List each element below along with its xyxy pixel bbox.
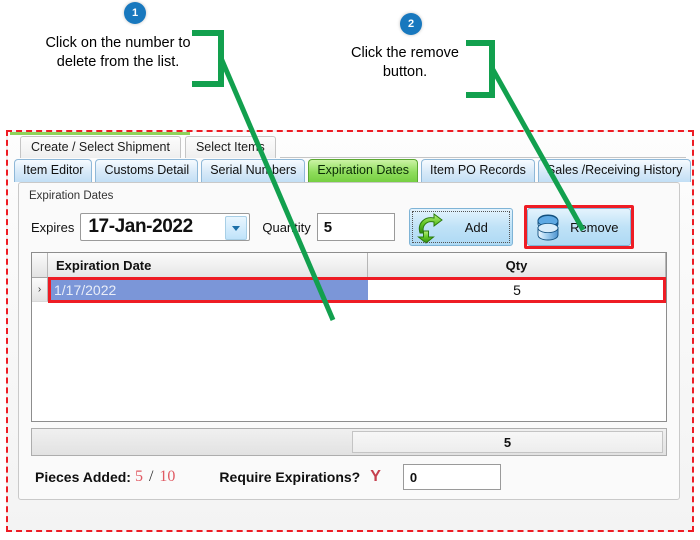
entry-controls-row: Expires 17-Jan-2022 Quantity 5 Add Remov…: [27, 205, 671, 249]
chevron-down-icon[interactable]: [225, 216, 248, 240]
tab-item-editor[interactable]: Item Editor: [14, 159, 93, 182]
panel-title: Expiration Dates: [29, 190, 114, 202]
grid-header-row: Expiration Date Qty: [32, 253, 666, 278]
application-window: Create / Select Shipment Select Items It…: [6, 130, 694, 532]
totals-left-spacer: [32, 429, 352, 455]
tab-create-select-shipment[interactable]: Create / Select Shipment: [20, 136, 181, 158]
row-selector-indicator[interactable]: ›: [32, 278, 48, 302]
expires-label: Expires: [31, 219, 75, 235]
callout-1-bracket: [192, 30, 224, 87]
tab-expiration-dates[interactable]: Expiration Dates: [308, 159, 419, 182]
remove-button[interactable]: Remove: [523, 205, 634, 249]
tab-customs-detail[interactable]: Customs Detail: [95, 159, 199, 182]
table-row[interactable]: › 1/17/2022 5: [32, 277, 666, 303]
callout-badge-2: 2: [400, 13, 422, 35]
tab-select-items[interactable]: Select Items: [184, 136, 276, 158]
tab-serial-numbers[interactable]: Serial Numbers: [201, 159, 306, 182]
remove-button-label: Remove: [570, 219, 619, 235]
cell-expiration-date[interactable]: 1/17/2022: [48, 278, 368, 302]
blue-database-icon: [531, 210, 565, 244]
window-top-green-strip: [10, 132, 190, 135]
require-expirations-label: Require Expirations?: [219, 469, 361, 485]
outer-tab-strip: Create / Select Shipment Select Items: [20, 136, 686, 158]
status-footer: Pieces Added: 5 / 10 Require Expirations…: [27, 460, 671, 494]
callout-text-1: Click on the number to delete from the l…: [45, 35, 191, 70]
expires-date-value: 17-Jan-2022: [88, 216, 193, 237]
grid-corner-cell: [32, 253, 48, 277]
grid-body: › 1/17/2022 5: [32, 277, 666, 303]
pieces-added-label: Pieces Added:: [35, 469, 131, 485]
tab-item-po-records[interactable]: Item PO Records: [421, 159, 535, 182]
add-button[interactable]: Add: [408, 208, 513, 246]
grid-column-header-qty[interactable]: Qty: [368, 253, 666, 277]
outer-tab-filler: [279, 137, 686, 158]
expiration-dates-panel: Expiration Dates Expires 17-Jan-2022 Qua…: [18, 182, 680, 500]
callout-badge-1: 1: [124, 2, 146, 24]
cell-qty[interactable]: 5: [368, 278, 666, 302]
expires-date-combobox[interactable]: 17-Jan-2022: [80, 213, 251, 241]
quantity-input[interactable]: 5: [316, 213, 395, 241]
add-button-label: Add: [464, 219, 488, 235]
callout-text-2: Click the remove button.: [351, 45, 459, 80]
pieces-separator: /: [148, 468, 154, 485]
green-curved-arrow-icon: [413, 210, 447, 244]
expiration-dates-grid[interactable]: Expiration Date Qty › 1/17/2022 5: [31, 252, 667, 422]
footer-number-input[interactable]: 0: [402, 464, 501, 490]
callout-2-bracket: [466, 40, 495, 98]
grid-totals-bar: 5: [31, 428, 667, 456]
inner-tab-strip: Item Editor Customs Detail Serial Number…: [14, 159, 692, 182]
grid-column-header-expiration-date[interactable]: Expiration Date: [48, 253, 368, 277]
pieces-total-value: 10: [159, 468, 176, 485]
pieces-added-value: 5: [134, 468, 143, 485]
tab-sales-receiving-history[interactable]: Sales /Receiving History: [537, 159, 692, 182]
quantity-label: Quantity: [262, 219, 311, 235]
require-expirations-value: Y: [370, 468, 381, 485]
totals-qty-value: 5: [352, 431, 663, 453]
